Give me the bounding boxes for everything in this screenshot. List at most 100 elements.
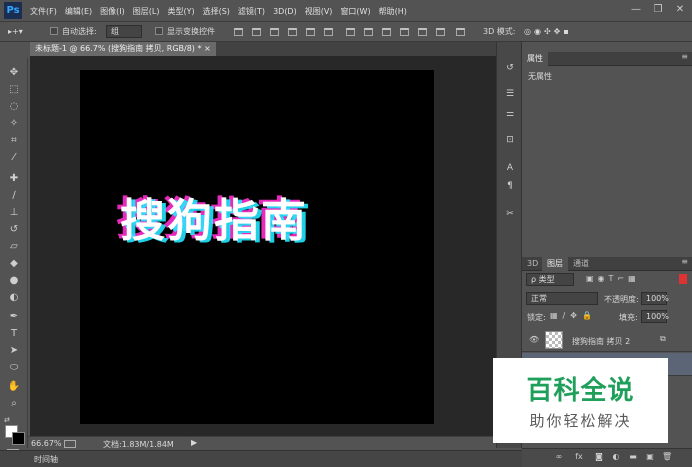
tab-layers[interactable]: 图层 [542,257,568,271]
distribute-bottom-icon[interactable] [382,28,391,36]
menu-type[interactable]: 类型(Y) [167,6,194,17]
document-canvas[interactable]: 搜狗指南 搜狗指南 搜狗指南 [80,70,434,424]
crop-tool-icon[interactable]: ⌗ [6,134,22,147]
healing-brush-icon[interactable]: ✚ [6,172,22,185]
move-tool-icon[interactable]: ▸+▾ [8,26,23,38]
paint-bucket-icon[interactable]: ◆ [6,257,22,270]
adjustments-panel-icon[interactable]: ⚌ [503,108,517,120]
auto-select-dropdown[interactable]: 组 [106,25,142,38]
menu-help[interactable]: 帮助(H) [379,6,407,17]
align-left-icon[interactable] [288,28,297,36]
layers-bottom-bar: ∞ fx ◙ ◐ ▬ ▣ 🗑 [522,448,692,467]
auto-select-checkbox[interactable] [50,27,58,35]
tab-properties[interactable]: 属性 [522,52,548,66]
visibility-eye-icon[interactable]: 👁 [529,335,539,344]
menu-edit[interactable]: 编辑(E) [65,6,92,17]
new-group-icon[interactable]: ▬ [628,452,638,462]
smart-object-icon: ⧉ [660,334,666,343]
layer-filter-dropdown[interactable]: ρ 类型 [526,273,574,286]
distribute-vcenter-icon[interactable] [364,28,373,36]
panel-menu-icon[interactable]: ≡ [681,52,688,61]
opacity-input[interactable]: 100% [641,292,669,305]
path-select-icon[interactable]: ➤ [6,344,22,357]
auto-align-icon[interactable] [456,28,465,36]
layer-name: 搜狗指南 拷贝 2 [572,337,631,346]
move-tool-icon[interactable]: ✥ [6,66,22,79]
document-tab-title: 未标题-1 @ 66.7% (搜狗指南 拷贝, RGB/8) * [35,44,202,53]
tab-3d[interactable]: 3D [522,257,543,271]
character-panel-icon[interactable]: A [503,162,517,174]
lasso-tool-icon[interactable]: ◌ [6,100,22,113]
align-hcenter-icon[interactable] [306,28,315,36]
options-bar: ▸+▾ 自动选择: 组 显示变换控件 3D 模式: ◎◉✣✥▪ [0,22,692,42]
tool-presets-icon[interactable]: ✂ [503,208,517,220]
hand-tool-icon[interactable]: ✋ [6,380,22,393]
tools-panel: ✥ ⬚ ◌ ✧ ⌗ ⁄ ✚ ∕ ⊥ ↺ ▱ ◆ ● ◐ ✒ T ➤ ⬭ ✋ ⌕ … [0,58,28,459]
history-panel-icon[interactable]: ↺ [503,62,517,74]
opacity-label: 不透明度: [604,295,639,304]
status-preview-icon[interactable] [64,440,76,448]
align-top-icon[interactable] [234,28,243,36]
document-tab[interactable]: 未标题-1 @ 66.7% (搜狗指南 拷贝, RGB/8) * × [30,42,216,56]
brush-tool-icon[interactable]: ∕ [6,189,22,202]
distribute-top-icon[interactable] [346,28,355,36]
dodge-tool-icon[interactable]: ◐ [6,291,22,304]
clone-source-icon[interactable]: ⊡ [503,134,517,146]
menu-filter[interactable]: 滤镜(T) [238,6,265,17]
blur-tool-icon[interactable]: ● [6,274,22,287]
canvas-text: 搜狗指南 [120,194,309,247]
distribute-hcenter-icon[interactable] [418,28,427,36]
minimize-button[interactable]: — [628,3,644,17]
close-tab-icon[interactable]: × [204,44,211,53]
delete-layer-icon[interactable]: 🗑 [662,452,672,462]
menu-image[interactable]: 图像(I) [100,6,125,17]
ellipse-tool-icon[interactable]: ⬭ [6,361,22,374]
menu-layer[interactable]: 图层(L) [133,6,160,17]
layer-filter-icons[interactable]: ▣◉T⌐▦ [586,274,640,283]
layer-row[interactable]: 👁 搜狗指南 拷贝 2 ⧉ [522,329,692,352]
clone-stamp-icon[interactable]: ⊥ [6,206,22,219]
background-color-swatch[interactable] [12,432,25,445]
lock-icons[interactable]: ▦∕✥🔒 [550,311,597,320]
new-layer-icon[interactable]: ▣ [645,452,655,462]
distribute-right-icon[interactable] [436,28,445,36]
distribute-left-icon[interactable] [400,28,409,36]
add-mask-icon[interactable]: ◙ [594,452,604,462]
fill-label: 填充: [619,313,638,322]
blend-mode-dropdown[interactable]: 正常 [526,292,598,305]
tab-channels[interactable]: 通道 [568,257,594,271]
document-size: 文档:1.83M/1.84M [103,440,174,449]
link-layers-icon[interactable]: ∞ [554,452,564,462]
restore-button[interactable]: ❐ [650,3,666,17]
menu-view[interactable]: 视图(V) [305,6,333,17]
eyedropper-icon[interactable]: ⁄ [6,151,22,164]
close-button[interactable]: ✕ [672,3,688,17]
marquee-tool-icon[interactable]: ⬚ [6,83,22,96]
filter-toggle-icon[interactable] [679,274,687,284]
magic-wand-icon[interactable]: ✧ [6,117,22,130]
watermark-title: 百科全说 [526,376,635,406]
show-transform-checkbox[interactable] [155,27,163,35]
align-bottom-icon[interactable] [270,28,279,36]
adjustment-layer-icon[interactable]: ◐ [611,452,621,462]
eraser-icon[interactable]: ▱ [6,240,22,253]
type-tool-icon[interactable]: T [6,327,22,340]
zoom-level[interactable]: 66.67% [31,439,62,448]
menu-select[interactable]: 选择(S) [203,6,230,17]
layers-menu-icon[interactable]: ≡ [681,257,688,266]
zoom-tool-icon[interactable]: ⌕ [6,397,22,410]
menu-3d[interactable]: 3D(D) [273,7,297,16]
history-brush-icon[interactable]: ↺ [6,223,22,236]
timeline-tab[interactable]: 时间轴 [34,454,58,465]
actions-panel-icon[interactable]: ☰ [503,88,517,100]
pen-tool-icon[interactable]: ✒ [6,310,22,323]
menu-file[interactable]: 文件(F) [30,6,57,17]
layer-style-icon[interactable]: fx [574,452,584,462]
fill-input[interactable]: 100% [641,310,669,323]
menu-window[interactable]: 窗口(W) [340,6,370,17]
paragraph-panel-icon[interactable]: ¶ [503,180,517,192]
align-right-icon[interactable] [324,28,333,36]
status-menu-arrow-icon[interactable]: ▶ [191,438,197,447]
3d-tools-icon[interactable]: ◎◉✣✥▪ [524,26,572,38]
align-vcenter-icon[interactable] [252,28,261,36]
